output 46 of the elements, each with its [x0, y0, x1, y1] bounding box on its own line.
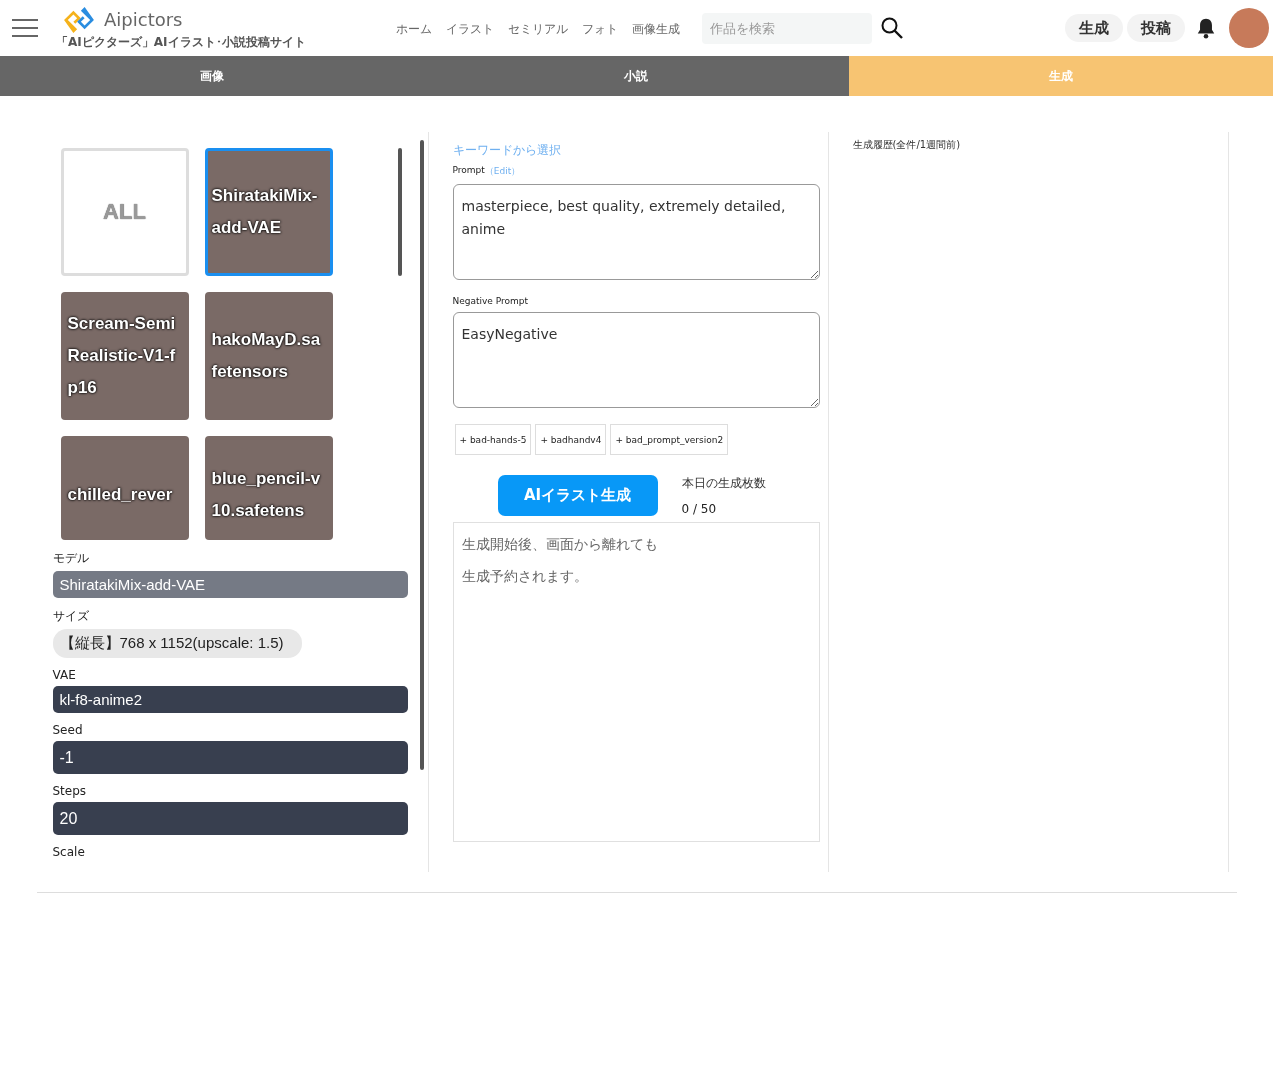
field-label: モデル: [52, 550, 90, 567]
count-label: 本日の生成枚数: [681, 475, 766, 492]
status-text: 生成予約されます。: [461, 567, 589, 586]
field-label: Steps: [52, 784, 88, 798]
model-tile[interactable]: Scream-SemiRealistic-V1-fp16: [60, 292, 189, 420]
negative-prompt-field[interactable]: EasyNegative: [452, 312, 820, 408]
field-label: Negative Prompt: [452, 296, 530, 306]
logo-text[interactable]: Aipictors: [104, 9, 183, 30]
search-icon[interactable]: [879, 16, 904, 40]
field-label: VAE: [52, 668, 77, 682]
nav-link[interactable]: セミリアル: [507, 20, 568, 38]
scrollbar-thumb[interactable]: [419, 140, 424, 770]
model-tile[interactable]: chilled_rever: [60, 436, 189, 540]
vae-select[interactable]: kl-f8-anime2: [52, 686, 408, 713]
status-text: 生成開始後、画面から離れても: [461, 535, 659, 554]
nav-link[interactable]: 画像生成: [631, 20, 680, 38]
tagline: 「AIピクターズ」AIイラスト･小説投稿サイト: [56, 33, 306, 51]
input-field[interactable]: 20: [52, 802, 408, 835]
field-label: サイズ: [52, 608, 90, 625]
tab[interactable]: 画像: [0, 56, 425, 96]
model-tile[interactable]: blue_pencil-v10.safetens: [204, 436, 333, 540]
header-button[interactable]: 生成: [1065, 14, 1123, 42]
prompt-field[interactable]: masterpiece, best quality, extremely detailed, anime: [452, 184, 820, 280]
input-field[interactable]: -1: [52, 741, 408, 774]
field-label: Seed: [52, 723, 84, 737]
search-field[interactable]: 作品を検索: [701, 12, 872, 44]
field-label: Prompt: [452, 165, 485, 177]
scrollbar-thumb[interactable]: [397, 148, 402, 276]
model-tile[interactable]: hakoMayD.safetensors: [204, 292, 333, 420]
tag-chip[interactable]: + bad-hands-5: [454, 424, 532, 455]
tag-chip[interactable]: + badhandv4: [535, 424, 607, 455]
avatar[interactable]: [1229, 8, 1269, 48]
generation-count: 0 / 50: [681, 502, 718, 516]
header-button[interactable]: 投稿: [1127, 14, 1185, 42]
model-tile[interactable]: ShiratakiMix-add-VAE: [204, 148, 333, 276]
nav-link[interactable]: イラスト: [445, 20, 494, 38]
tab[interactable]: 小説: [424, 56, 849, 96]
tag-chip[interactable]: + bad_prompt_version2: [610, 424, 729, 455]
model-field[interactable]: ShiratakiMix-add-VAE: [52, 571, 408, 598]
field-label: Scale: [52, 845, 86, 859]
menu-icon[interactable]: [12, 19, 38, 37]
nav-link[interactable]: ホーム: [395, 20, 432, 38]
nav-link[interactable]: フォト: [581, 20, 618, 38]
size-select[interactable]: 【縦長】768 x 1152(upscale: 1.5): [52, 629, 302, 658]
bell-icon[interactable]: [1195, 16, 1217, 40]
history-title: 生成履歴(全件/1週間前): [852, 138, 962, 152]
